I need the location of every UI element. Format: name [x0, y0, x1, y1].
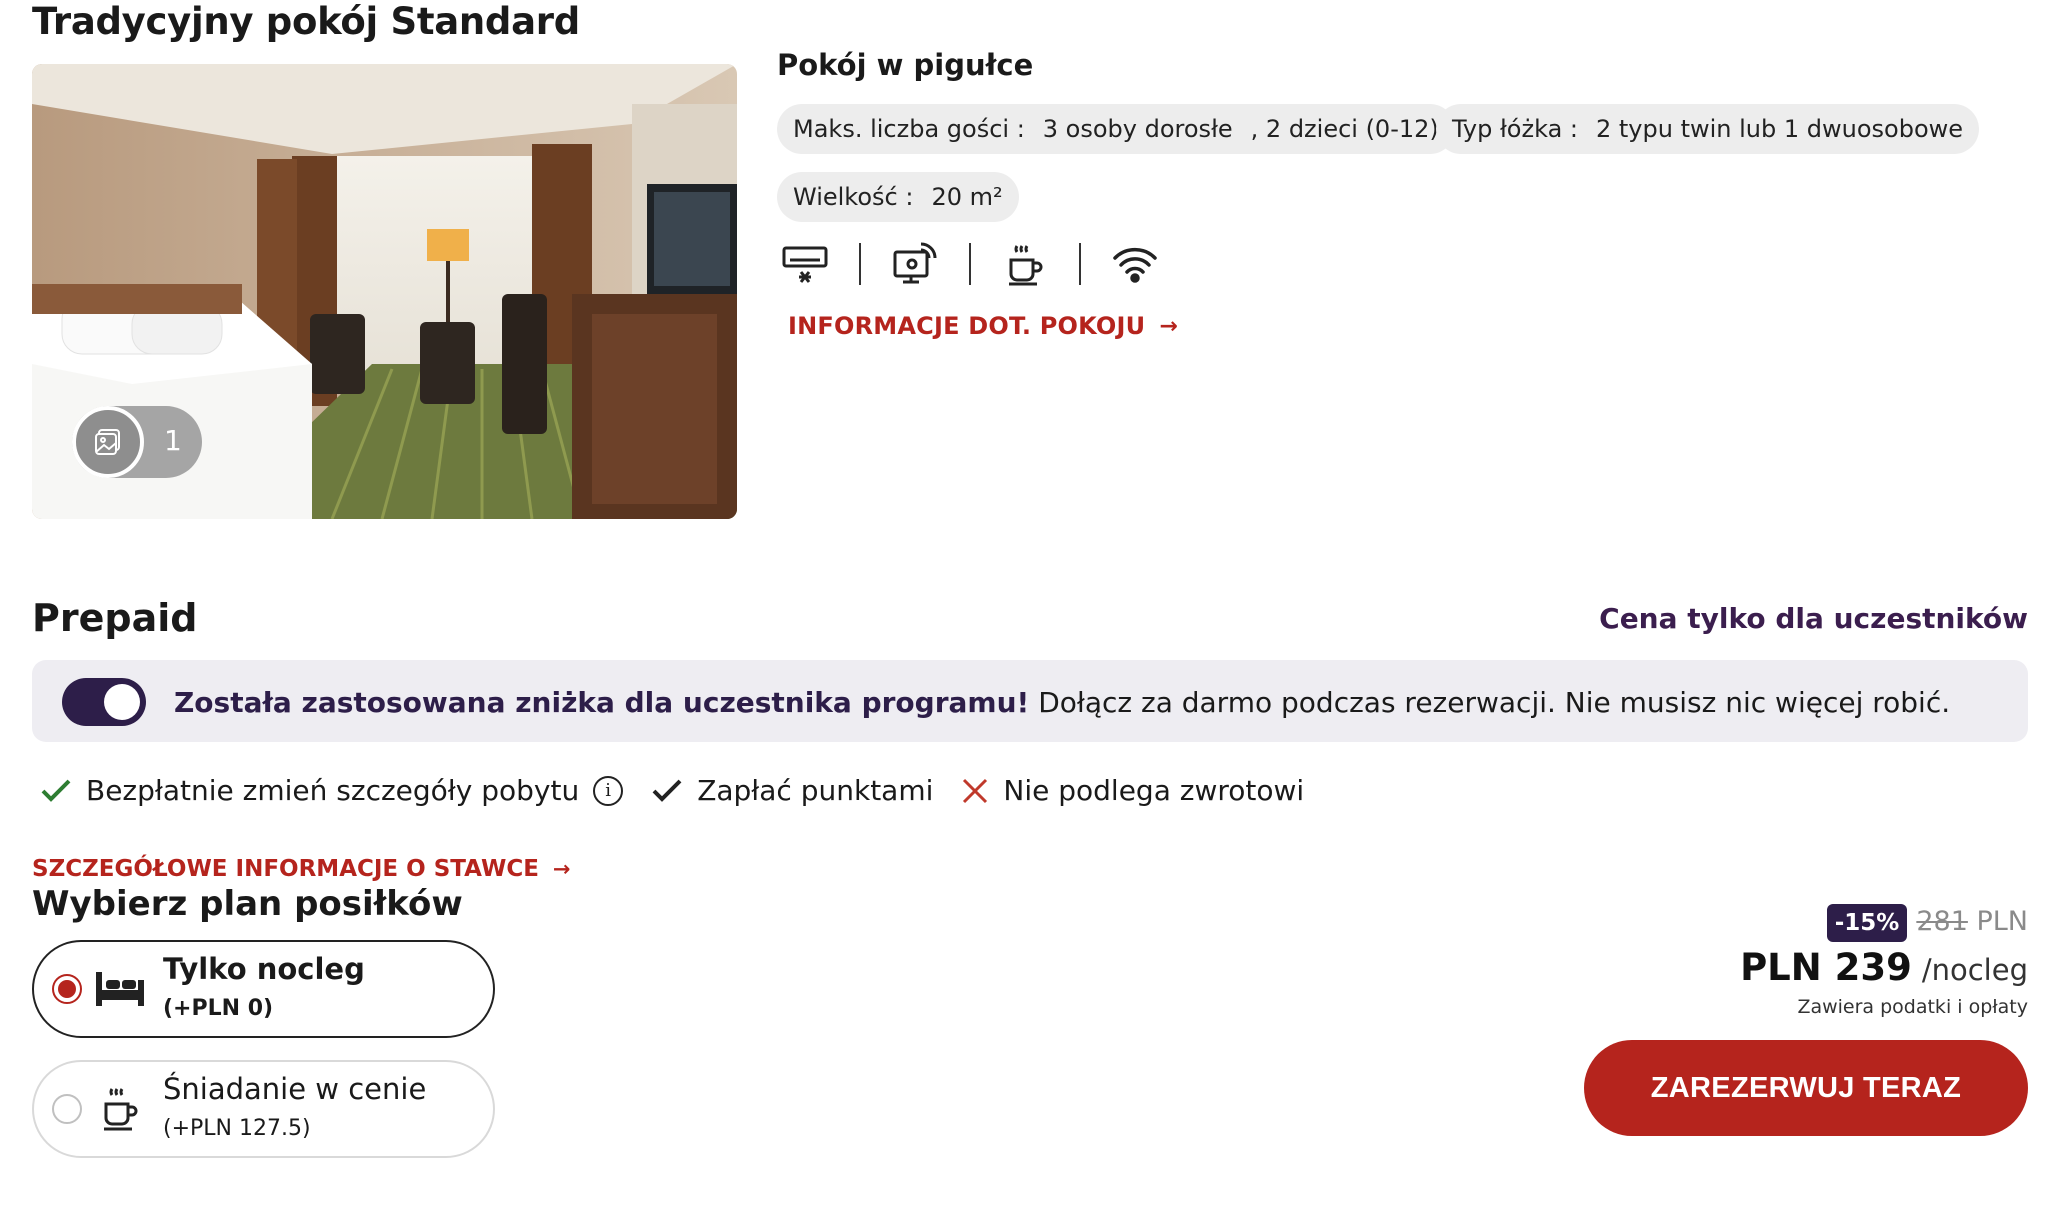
bed-type-chip: Typ łóżka : 2 typu twin lub 1 dwuosobowe	[1436, 104, 1980, 154]
max-guests-chip: Maks. liczba gości : 3 osoby dorosłe , 2…	[777, 104, 1455, 154]
amenity-divider	[1079, 243, 1081, 285]
rate-benefits: Bezpłatnie zmień szczegóły pobytu i Zapł…	[40, 774, 1332, 807]
member-price-label: Cena tylko dla uczestników	[1599, 602, 2028, 635]
member-discount-headline: Została zastosowana zniżka dla uczestnik…	[174, 686, 1030, 719]
meal-option-price: (+PLN 127.5)	[163, 1116, 311, 1141]
bed-type-label: Typ łóżka :	[1452, 115, 1578, 143]
room-info-link-label: INFORMACJE DOT. POKOJU	[788, 312, 1146, 340]
gallery-count: 1	[164, 424, 182, 457]
room-title: Tradycyjny pokój Standard	[32, 0, 580, 43]
arrow-right-icon: →	[1159, 313, 1178, 339]
original-price: 281 PLN	[1916, 906, 2028, 937]
meal-option-name: Śniadanie w cenie	[163, 1072, 427, 1106]
rate-details-link-label: SZCZEGÓŁOWE INFORMACJE O STAWCE	[32, 856, 539, 882]
rate-details-link[interactable]: SZCZEGÓŁOWE INFORMACJE O STAWCE →	[32, 856, 571, 882]
current-price: PLN 239 /nocleg	[1740, 946, 2028, 989]
check-icon	[651, 777, 683, 805]
room-glance-title: Pokój w pigułce	[777, 48, 1034, 82]
meal-radio-room-only[interactable]	[52, 974, 82, 1004]
rate-title: Prepaid	[32, 596, 198, 640]
member-discount-text: Została zastosowana zniżka dla uczestnik…	[174, 686, 1950, 719]
discount-badge: -15%	[1827, 904, 1907, 942]
check-icon	[40, 777, 72, 805]
benefit-non-refundable: Nie podlega zwrotowi	[961, 774, 1304, 807]
room-size-label: Wielkość :	[793, 183, 914, 211]
current-price-value: PLN 239	[1740, 946, 1912, 989]
bed-icon	[92, 960, 148, 1016]
meal-radio-breakfast[interactable]	[52, 1094, 82, 1124]
room-size-chip: Wielkość : 20 m²	[777, 172, 1019, 222]
amenity-divider	[969, 243, 971, 285]
max-children-value: , 2 dzieci (0-12)	[1250, 115, 1439, 143]
satellite-tv-icon	[887, 236, 943, 292]
amenity-divider	[859, 243, 861, 285]
room-info-link[interactable]: INFORMACJE DOT. POKOJU →	[788, 312, 1178, 340]
benefit-free-changes: Bezpłatnie zmień szczegóły pobytu i	[40, 774, 624, 807]
toggle-knob	[104, 684, 140, 720]
price-unit: /nocleg	[1921, 953, 2028, 987]
coffee-cup-icon	[92, 1080, 148, 1136]
arrow-right-icon: →	[552, 857, 571, 881]
coffee-maker-icon	[997, 236, 1053, 292]
meal-plan-title: Wybierz plan posiłków	[32, 884, 463, 924]
book-now-button[interactable]: ZAREZERWUJ TERAZ	[1584, 1040, 2028, 1136]
wifi-icon	[1107, 236, 1163, 292]
benefit-label: Nie podlega zwrotowi	[1003, 774, 1305, 807]
info-icon[interactable]: i	[593, 775, 624, 806]
benefit-label: Zapłać punktami	[697, 774, 934, 807]
tax-note: Zawiera podatki i opłaty	[1797, 996, 2028, 1018]
meal-option-price: (+PLN 0)	[163, 996, 274, 1021]
air-conditioning-icon	[777, 236, 833, 292]
benefit-pay-with-points: Zapłać punktami	[651, 774, 933, 807]
gallery-icon[interactable]	[72, 406, 144, 478]
bed-type-value: 2 typu twin lub 1 dwuosobowe	[1596, 115, 1964, 143]
max-adults-value: 3 osoby dorosłe	[1042, 115, 1233, 143]
max-guests-label: Maks. liczba gości :	[793, 115, 1025, 143]
radio-dot	[58, 980, 76, 998]
original-price-currency: PLN	[1967, 906, 2028, 937]
original-price-value: 281	[1916, 906, 1968, 937]
cross-icon	[961, 777, 989, 805]
room-size-value: 20 m²	[931, 183, 1003, 211]
amenities-row	[777, 236, 1163, 292]
benefit-label: Bezpłatnie zmień szczegóły pobytu	[86, 774, 580, 807]
meal-option-name: Tylko nocleg	[163, 952, 365, 986]
member-discount-description: Dołącz za darmo podczas rezerwacji. Nie …	[1029, 686, 1951, 719]
